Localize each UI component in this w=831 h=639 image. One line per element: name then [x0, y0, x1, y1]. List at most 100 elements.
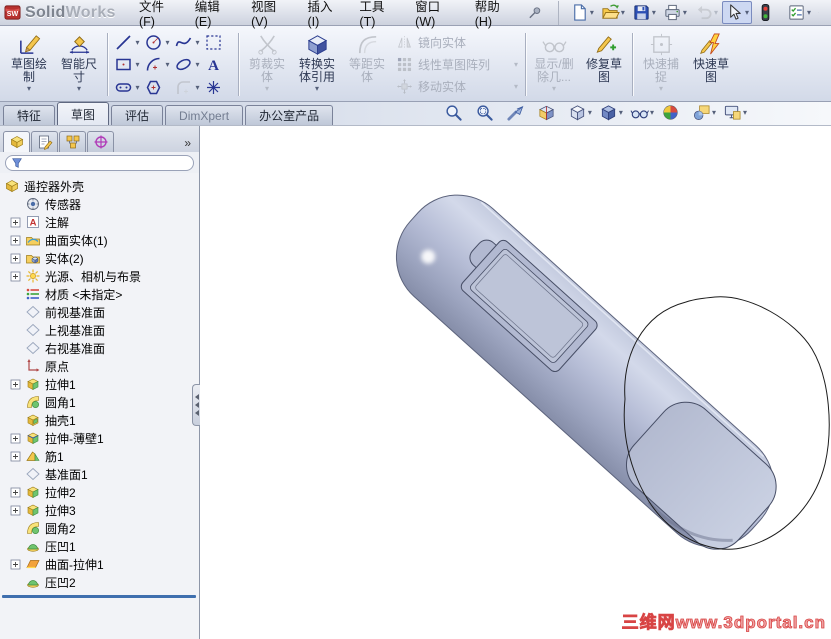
- panel-tab[interactable]: [31, 131, 58, 152]
- expand-toggle-icon[interactable]: [10, 505, 21, 516]
- command-button[interactable]: 转换实 体引用 ▾: [292, 28, 342, 101]
- tree-item[interactable]: 遥控器外壳: [0, 177, 199, 195]
- expand-toggle-icon[interactable]: [10, 433, 21, 444]
- view-toolbar-button[interactable]: ▾: [599, 103, 623, 122]
- quickbar-button[interactable]: ▾: [598, 1, 628, 24]
- expand-toggle-icon[interactable]: [10, 217, 21, 228]
- commandmanager-tab[interactable]: 草图: [57, 102, 110, 125]
- quickbar-button[interactable]: ▾: [660, 1, 690, 24]
- command-row[interactable]: 线性草图阵列 ▾: [396, 54, 518, 75]
- tree-item[interactable]: 圆角2: [0, 519, 199, 537]
- graphics-viewport[interactable]: 三维网www.3dportal.cn: [200, 126, 831, 639]
- tree-item[interactable]: 圆角1: [0, 393, 199, 411]
- dropdown-caret-icon[interactable]: ▾: [650, 108, 654, 117]
- command-button[interactable]: 快速捕 捉 ▾: [636, 28, 686, 101]
- dropdown-caret-icon[interactable]: ▾: [514, 82, 518, 91]
- quickbar-button[interactable]: ▾: [721, 1, 752, 24]
- dropdown-caret-icon[interactable]: ▾: [745, 8, 749, 17]
- tree-item[interactable]: 前视基准面: [0, 303, 199, 321]
- quickbar-button[interactable]: ▾: [753, 1, 783, 24]
- panel-tabs-overflow[interactable]: »: [179, 136, 196, 152]
- panel-tab[interactable]: [87, 131, 114, 152]
- dropdown-caret-icon[interactable]: ▾: [133, 83, 142, 92]
- sketch-entity-button[interactable]: ▾: [203, 78, 233, 97]
- tree-item[interactable]: 抽壳1: [0, 411, 199, 429]
- sketch-entity-button[interactable]: ▾: [173, 55, 203, 74]
- command-button[interactable]: 智能尺 寸 ▾: [54, 28, 104, 101]
- commandmanager-tab[interactable]: DimXpert: [165, 105, 244, 125]
- expand-toggle-icon[interactable]: [10, 487, 21, 498]
- command-button[interactable]: 草图绘 制 ▾: [4, 28, 54, 101]
- sketch-entity-button[interactable]: ▾: [143, 78, 173, 97]
- tree-item[interactable]: 筋1: [0, 447, 199, 465]
- tree-item[interactable]: 材质 <未指定>: [0, 285, 199, 303]
- view-toolbar-button[interactable]: ▾: [630, 103, 654, 122]
- view-toolbar-button[interactable]: ▾: [568, 103, 592, 122]
- view-toolbar-button[interactable]: ▾: [692, 103, 716, 122]
- rollback-bar[interactable]: [2, 595, 196, 598]
- tree-item[interactable]: 基准面1: [0, 465, 199, 483]
- expand-toggle-icon[interactable]: [10, 253, 21, 264]
- command-button[interactable]: 剪裁实 体 ▾: [242, 28, 292, 101]
- tree-item[interactable]: 拉伸-薄壁1: [0, 429, 199, 447]
- sketch-entity-button[interactable]: ▾: [113, 55, 143, 74]
- 3d-scene[interactable]: [200, 126, 831, 639]
- expand-toggle-icon[interactable]: [10, 379, 21, 390]
- dropdown-caret-icon[interactable]: ▾: [133, 60, 142, 69]
- tree-item[interactable]: A 注解: [0, 213, 199, 231]
- expand-toggle-icon[interactable]: [10, 271, 21, 282]
- quickbar-button[interactable]: ▾: [629, 1, 659, 24]
- expand-toggle-icon[interactable]: [10, 559, 21, 570]
- dropdown-caret-icon[interactable]: ▾: [193, 38, 202, 47]
- tree-item[interactable]: 拉伸1: [0, 375, 199, 393]
- pin-icon[interactable]: [527, 5, 542, 21]
- view-toolbar-button[interactable]: ▾: [475, 103, 499, 122]
- quickbar-button[interactable]: ▾: [567, 1, 597, 24]
- dropdown-caret-icon[interactable]: ▾: [163, 60, 172, 69]
- expand-toggle-icon[interactable]: [10, 235, 21, 246]
- command-button[interactable]: 快速草 图 ▾: [686, 28, 736, 101]
- view-toolbar-button[interactable]: ▾: [444, 103, 468, 122]
- tree-item[interactable]: 上视基准面: [0, 321, 199, 339]
- tree-item[interactable]: 曲面实体(1): [0, 231, 199, 249]
- tree-item[interactable]: 压凹1: [0, 537, 199, 555]
- remote-shell-model[interactable]: [375, 173, 796, 568]
- tree-item[interactable]: 光源、相机与布景: [0, 267, 199, 285]
- sketch-entity-button[interactable]: ▾: [113, 33, 143, 52]
- dropdown-caret-icon[interactable]: ▾: [714, 8, 718, 17]
- tree-filter-input[interactable]: [26, 157, 188, 169]
- dropdown-caret-icon[interactable]: ▾: [315, 84, 319, 93]
- tree-item[interactable]: 实体(2): [0, 249, 199, 267]
- panel-tab[interactable]: [3, 131, 30, 152]
- view-toolbar-button[interactable]: ▾: [723, 103, 747, 122]
- dropdown-caret-icon[interactable]: ▾: [588, 108, 592, 117]
- sketch-entity-button[interactable]: ▾: [173, 78, 203, 97]
- dropdown-caret-icon[interactable]: ▾: [659, 84, 663, 93]
- dropdown-caret-icon[interactable]: ▾: [743, 108, 747, 117]
- dropdown-caret-icon[interactable]: ▾: [77, 84, 81, 93]
- view-toolbar-button[interactable]: ▾: [661, 103, 685, 122]
- tree-item[interactable]: 拉伸2: [0, 483, 199, 501]
- dropdown-caret-icon[interactable]: ▾: [514, 60, 518, 69]
- dropdown-caret-icon[interactable]: ▾: [133, 38, 142, 47]
- dropdown-caret-icon[interactable]: ▾: [621, 8, 625, 17]
- command-button[interactable]: 等距实 体 ▾: [342, 28, 392, 101]
- dropdown-caret-icon[interactable]: ▾: [619, 108, 623, 117]
- sketch-entity-button[interactable]: ▾: [203, 33, 233, 52]
- command-button[interactable]: 修复草 图 ▾: [579, 28, 629, 101]
- command-row[interactable]: 镜向实体 ▾: [396, 32, 518, 53]
- panel-tab[interactable]: [59, 131, 86, 152]
- sketch-entity-button[interactable]: ▾: [113, 78, 143, 97]
- commandmanager-tab[interactable]: 特征: [3, 105, 56, 125]
- dropdown-caret-icon[interactable]: ▾: [193, 60, 202, 69]
- dropdown-caret-icon[interactable]: ▾: [193, 83, 202, 92]
- sketch-entity-button[interactable]: A ▾: [203, 55, 233, 74]
- tree-item[interactable]: 压凹2: [0, 573, 199, 591]
- expand-toggle-icon[interactable]: [10, 451, 21, 462]
- dropdown-caret-icon[interactable]: ▾: [590, 8, 594, 17]
- tree-item[interactable]: 原点: [0, 357, 199, 375]
- quickbar-button[interactable]: ▾: [691, 1, 721, 24]
- tree-item[interactable]: 传感器: [0, 195, 199, 213]
- sketch-entity-button[interactable]: ▾: [143, 55, 173, 74]
- dropdown-caret-icon[interactable]: ▾: [552, 84, 556, 93]
